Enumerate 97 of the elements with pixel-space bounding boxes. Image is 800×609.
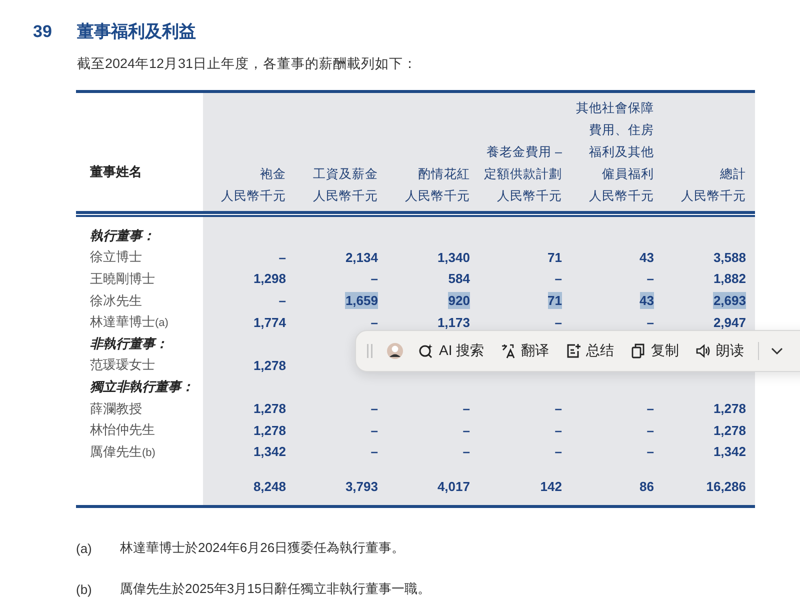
director-name: 林達華博士(a) bbox=[90, 313, 168, 332]
toolbar-button[interactable]: 翻译 bbox=[498, 340, 552, 362]
toolbar-button[interactable]: 复制 bbox=[628, 340, 682, 362]
director-name: 林怡仲先生 bbox=[90, 421, 155, 440]
total-cell: 4,017 bbox=[437, 478, 470, 496]
table-cell: 43 bbox=[640, 248, 654, 266]
table-cell: 1,278 bbox=[253, 356, 286, 374]
table-cell: – bbox=[370, 422, 378, 439]
table-cell: – bbox=[554, 422, 562, 439]
unit-label: 人民幣千元 bbox=[313, 188, 378, 205]
table-cell: 1,342 bbox=[253, 443, 286, 460]
footnote-mark: (b) bbox=[76, 582, 93, 597]
footnote-text: 厲偉先生於2025年3月15日辭任獨立非執行董事一職。 bbox=[120, 580, 431, 598]
column-header: 福利及其他 bbox=[589, 144, 654, 161]
table-cell: 1,173 bbox=[437, 314, 470, 331]
translate-icon bbox=[500, 343, 516, 359]
total-cell: 8,248 bbox=[253, 478, 286, 496]
table-cell: 1,278 bbox=[713, 422, 746, 439]
table-cell: 920 bbox=[448, 292, 470, 310]
section-number: 39 bbox=[33, 22, 53, 42]
table-cell: – bbox=[646, 314, 654, 331]
table-cell: 1,340 bbox=[437, 248, 470, 266]
table-cell: – bbox=[278, 248, 286, 266]
copy-icon bbox=[630, 343, 646, 359]
director-name: 王曉剛博士 bbox=[90, 270, 155, 288]
table-cell: – bbox=[554, 443, 562, 460]
column-header: 董事姓名 bbox=[90, 163, 142, 181]
table-cell: – bbox=[554, 314, 562, 331]
unit-label: 人民幣千元 bbox=[405, 188, 470, 205]
speaker-icon bbox=[695, 343, 712, 359]
table-cell: – bbox=[646, 422, 654, 439]
director-name: 厲偉先生(b) bbox=[90, 442, 156, 461]
table-cell: 1,342 bbox=[713, 443, 746, 460]
table-cell: 1,882 bbox=[713, 270, 746, 288]
column-header: 費用、住房 bbox=[589, 122, 654, 139]
table-cell: – bbox=[554, 270, 562, 288]
column-header: 其他社會保障 bbox=[576, 100, 654, 117]
table-cell: – bbox=[370, 270, 378, 288]
drag-handle-icon[interactable] bbox=[366, 343, 374, 359]
table-cell: 1,278 bbox=[253, 400, 286, 418]
column-header: 養老金費用 – bbox=[486, 144, 562, 161]
table-cell: – bbox=[370, 400, 378, 418]
table-cell: 584 bbox=[448, 270, 470, 288]
table-cell: – bbox=[462, 400, 470, 418]
column-header: 酌情花紅 bbox=[418, 166, 470, 183]
table-cell: 1,298 bbox=[253, 270, 286, 288]
unit-label: 人民幣千元 bbox=[221, 188, 286, 205]
toolbar-button[interactable]: AI 搜索 bbox=[416, 340, 486, 362]
column-header: 總計 bbox=[720, 166, 746, 183]
table-cell: 2,693 bbox=[713, 292, 746, 310]
table-cell: 71 bbox=[548, 292, 562, 310]
document-icon bbox=[565, 343, 582, 359]
total-cell: 142 bbox=[540, 478, 562, 496]
toolbar-button[interactable]: 朗读 bbox=[693, 340, 746, 362]
table-cell: – bbox=[278, 292, 286, 310]
director-name: 范瑗瑗女士 bbox=[90, 356, 155, 374]
toolbar-button[interactable]: 总结 bbox=[563, 340, 616, 362]
intro-text: 截至2024年12月31日止年度，各董事的薪酬載列如下： bbox=[77, 55, 418, 73]
table-cell: 2,134 bbox=[345, 248, 378, 266]
column-header: 袍金 bbox=[260, 166, 286, 183]
table-cell: 3,588 bbox=[713, 248, 746, 266]
group-label: 執行董事： bbox=[90, 226, 155, 245]
director-name: 徐立博士 bbox=[90, 248, 142, 266]
table-cell: 1,774 bbox=[253, 314, 286, 331]
total-cell: 16,286 bbox=[706, 478, 746, 496]
section-title: 董事福利及利益 bbox=[77, 21, 196, 43]
table-cell: – bbox=[462, 443, 470, 460]
director-name: 薛瀾教授 bbox=[90, 400, 142, 418]
table-cell: 2,947 bbox=[713, 314, 746, 331]
table-cell: 43 bbox=[640, 292, 654, 310]
search-icon bbox=[418, 343, 434, 359]
avatar-icon[interactable] bbox=[386, 342, 404, 360]
table-cell: – bbox=[646, 443, 654, 460]
column-header: 工資及薪金 bbox=[313, 166, 378, 183]
table-cell: 1,659 bbox=[345, 292, 378, 310]
table-cell: – bbox=[646, 400, 654, 418]
total-cell: 3,793 bbox=[345, 478, 378, 496]
table-cell: – bbox=[370, 443, 378, 460]
footnote-text: 林達華博士於2024年6月26日獲委任為執行董事。 bbox=[120, 539, 405, 558]
table-cell: – bbox=[554, 400, 562, 418]
group-label: 獨立非執行董事： bbox=[90, 378, 194, 396]
footnote-mark: (a) bbox=[76, 540, 93, 556]
table-cell: 1,278 bbox=[713, 400, 746, 418]
director-name: 徐冰先生 bbox=[90, 292, 142, 310]
group-label: 非執行董事： bbox=[90, 334, 168, 353]
column-header: 僱員福利 bbox=[602, 166, 654, 183]
unit-label: 人民幣千元 bbox=[681, 188, 746, 205]
table-cell: – bbox=[370, 314, 378, 331]
table-cell: 71 bbox=[548, 248, 562, 266]
table-cell: – bbox=[462, 422, 470, 439]
table-cell: – bbox=[646, 270, 654, 288]
table-cell: 1,278 bbox=[253, 422, 286, 439]
total-cell: 86 bbox=[640, 478, 654, 496]
column-header: 定額供款計劃 bbox=[484, 166, 562, 183]
unit-label: 人民幣千元 bbox=[589, 188, 654, 205]
chevron-down-icon[interactable] bbox=[771, 347, 784, 355]
unit-label: 人民幣千元 bbox=[497, 188, 562, 205]
